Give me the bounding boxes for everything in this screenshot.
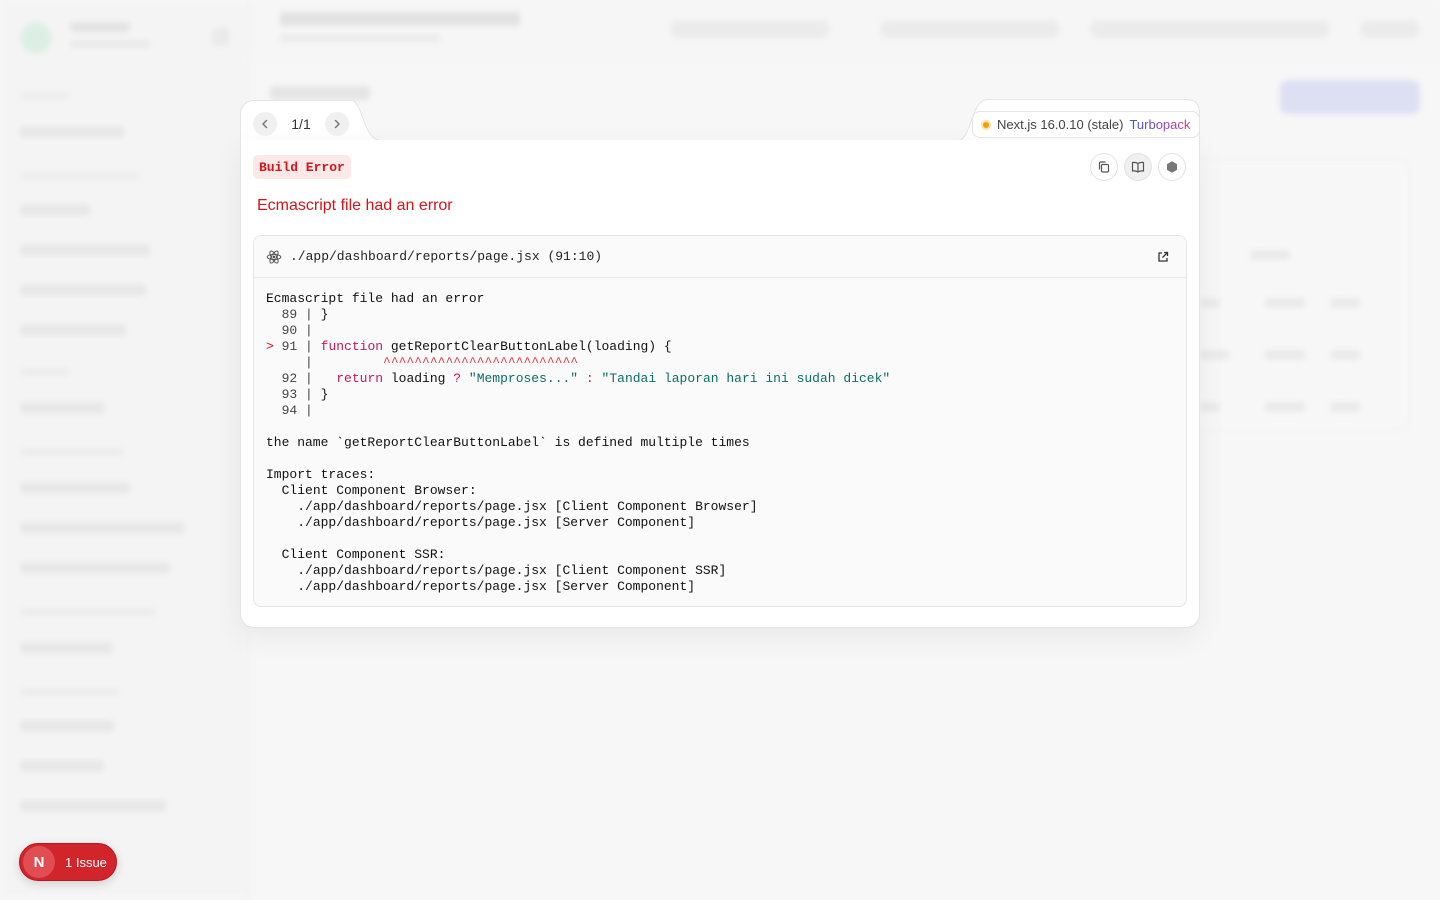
background-nav-item [20, 720, 114, 732]
background-nav-item [20, 204, 90, 216]
background-logo [20, 22, 52, 54]
chevron-right-icon [334, 119, 340, 129]
trace-item: ./app/dashboard/reports/page.jsx [Server… [297, 515, 696, 530]
code-frame: ./app/dashboard/reports/page.jsx (91:10)… [253, 235, 1187, 607]
background-nav-item [20, 522, 184, 534]
trace-group-name: Client Component Browser: [281, 483, 477, 498]
background-logo-text [70, 22, 130, 32]
code-line-93: 93 | } [281, 387, 329, 402]
react-atom-icon [266, 249, 282, 264]
background-table-cell [1265, 298, 1305, 308]
background-collapse-button [212, 28, 230, 46]
background-nav-item [20, 126, 124, 138]
background-nav-section [20, 92, 70, 100]
background-nav-item [20, 760, 104, 772]
background-table-cell [1250, 250, 1290, 260]
background-nav-item [20, 642, 112, 654]
background-header-pill [1090, 20, 1330, 38]
background-nav-section [20, 608, 156, 616]
code-caret-line: | ^^^^^^^^^^^^^^^^^^^^^^^^^ [266, 355, 579, 370]
import-traces-heading: Import traces: [266, 467, 376, 482]
code-line-89: 89 | } [281, 307, 329, 322]
nodejs-inspector-button[interactable] [1158, 153, 1186, 181]
hexagon-icon [1167, 161, 1177, 173]
error-detail: the name `getReportClearButtonLabel` is … [266, 435, 750, 450]
background-nav-item [20, 244, 150, 256]
docs-button[interactable] [1124, 153, 1152, 181]
dialog-pager-tab-curve [351, 100, 381, 141]
background-nav-item [20, 402, 104, 414]
version-indicator[interactable]: Next.js 16.0.10 (stale) Turbopack [972, 111, 1201, 138]
background-logo-subtext [70, 40, 150, 48]
code-line-92: 92 | return loading ? "Memproses..." : "… [281, 371, 891, 386]
nextjs-logo-icon: N [23, 846, 55, 878]
background-header-pill [880, 20, 1060, 38]
background-nav-item [20, 482, 130, 494]
background-nav-item [20, 800, 166, 812]
trace-item: ./app/dashboard/reports/page.jsx [Server… [297, 579, 696, 594]
chevron-left-icon [262, 119, 268, 129]
background-nav-section [20, 688, 120, 696]
background-nav-item [20, 324, 126, 336]
bundler-label: Turbopack [1129, 117, 1191, 132]
trace-group-name: Client Component SSR: [281, 547, 446, 562]
background-table-cell [1265, 402, 1305, 412]
copy-icon [1098, 161, 1110, 173]
background-primary-button [1280, 80, 1420, 114]
pager-count: 1/1 [291, 116, 311, 132]
external-link-icon [1158, 251, 1169, 262]
code-line-94: 94 | [281, 403, 321, 418]
trace-item: ./app/dashboard/reports/page.jsx [Client… [297, 563, 727, 578]
previous-error-button[interactable] [253, 112, 277, 136]
background-nav-section [20, 448, 124, 456]
source-file-path: ./app/dashboard/reports/page.jsx (91:10) [290, 249, 603, 264]
background-nav-item [20, 562, 170, 574]
background-table-cell [1200, 350, 1230, 360]
background-header-title [280, 12, 520, 26]
error-title: Ecmascript file had an error [257, 197, 453, 214]
book-icon [1131, 161, 1145, 173]
next-error-button[interactable] [325, 112, 349, 136]
background-nav-section [20, 172, 140, 180]
background-nav-item [20, 284, 146, 296]
background-page-title [270, 86, 370, 100]
error-actions [1090, 153, 1186, 181]
background-table-cell [1200, 402, 1220, 412]
background-table-cell [1330, 350, 1360, 360]
background-table-cell [1265, 350, 1305, 360]
code-line-90: 90 | [281, 323, 321, 338]
code-message: Ecmascript file had an error [266, 291, 485, 306]
status-dot-icon [981, 119, 991, 130]
background-header-pill [670, 20, 830, 38]
code-line-91: > 91 | function getReportClearButtonLabe… [266, 339, 672, 354]
background-nav-section [20, 368, 70, 376]
background-table-card [1190, 160, 1410, 430]
issue-count: 1 Issue [65, 854, 107, 870]
background-sidebar [0, 0, 250, 900]
trace-item: ./app/dashboard/reports/page.jsx [Client… [297, 499, 758, 514]
background-table-cell [1200, 298, 1220, 308]
copy-error-button[interactable] [1090, 153, 1118, 181]
error-type-badge: Build Error [253, 155, 351, 179]
background-table-cell [1330, 298, 1360, 308]
code-frame-header: ./app/dashboard/reports/page.jsx (91:10) [254, 236, 1186, 278]
background-table-cell [1330, 402, 1360, 412]
issues-indicator-button[interactable]: N 1 Issue [19, 843, 117, 881]
background-header-subtitle [280, 34, 440, 42]
background-header-pill [1360, 20, 1420, 38]
background-header [250, 0, 1440, 60]
error-pager: 1/1 [253, 112, 349, 136]
open-in-editor-button[interactable] [1152, 246, 1174, 268]
version-text: Next.js 16.0.10 (stale) [997, 117, 1124, 132]
code-frame-body: Ecmascript file had an error 89 | } 90 |… [254, 278, 1186, 595]
